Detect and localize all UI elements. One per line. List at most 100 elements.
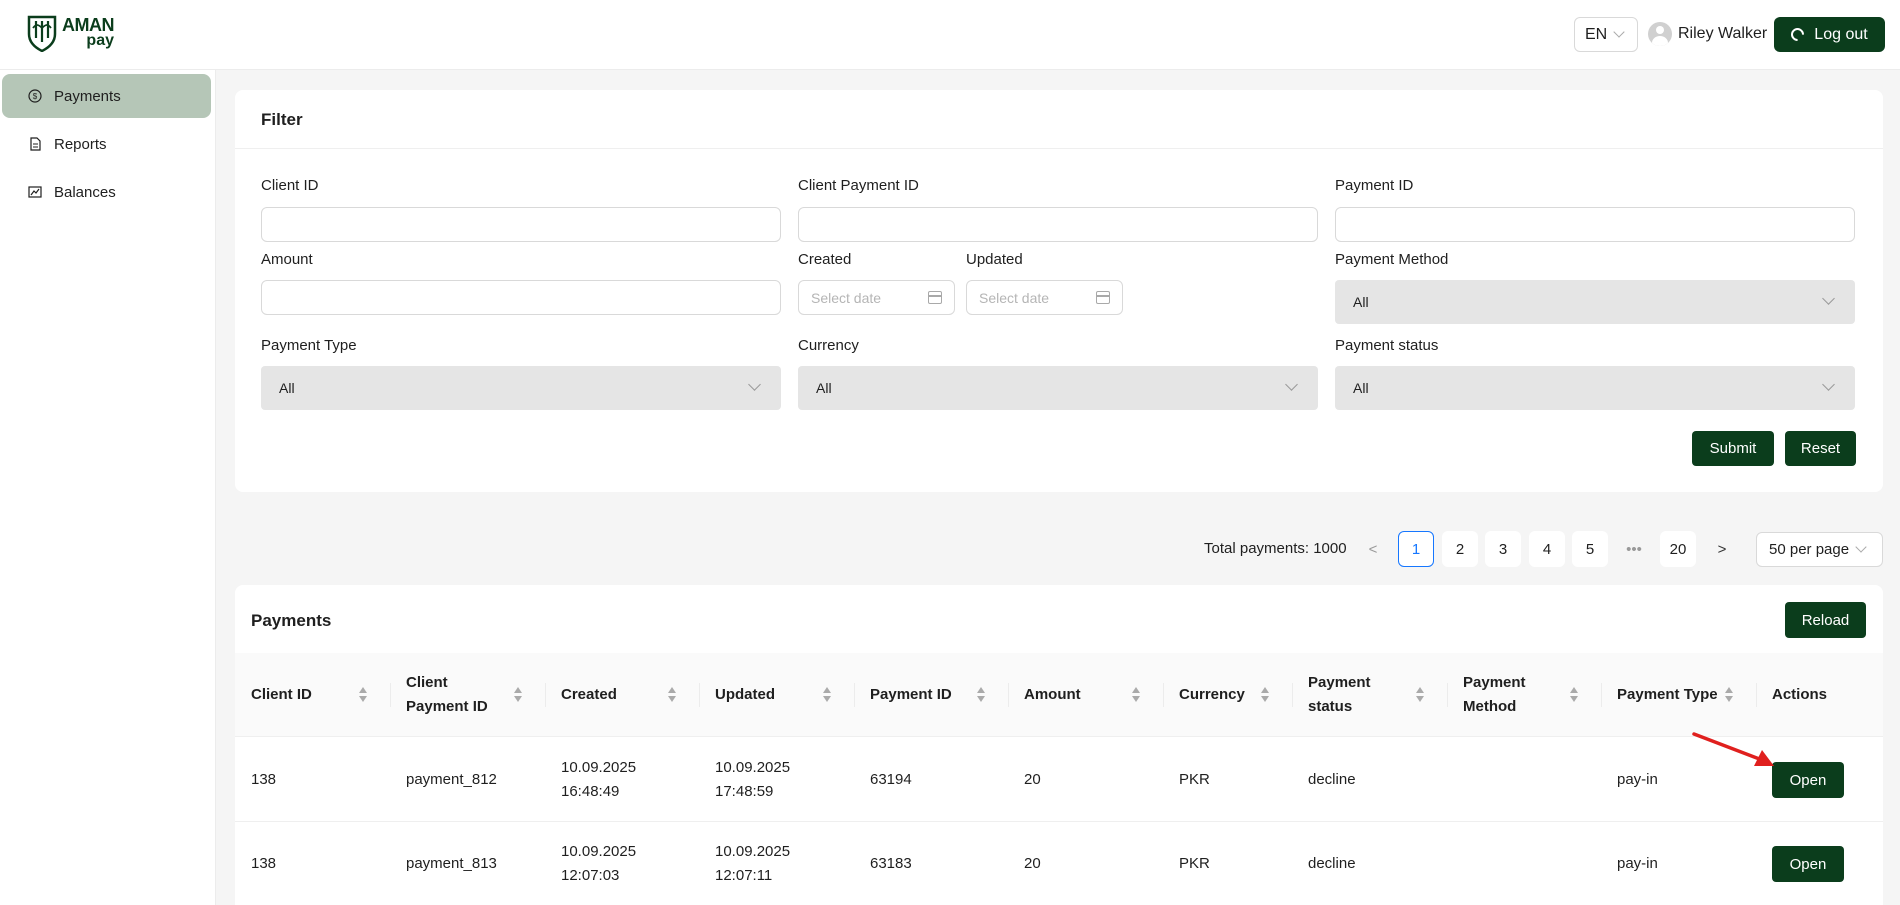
currency-label: Currency xyxy=(798,337,859,354)
sort-icon[interactable] xyxy=(823,687,832,703)
col-header-payment-method[interactable]: Payment Method xyxy=(1463,653,1563,737)
column-separator xyxy=(1292,683,1293,707)
column-separator xyxy=(390,683,391,707)
client-id-input[interactable] xyxy=(261,207,781,242)
sidebar-item-balances[interactable]: Balances xyxy=(2,170,211,214)
sort-icon[interactable] xyxy=(1416,687,1425,703)
logo-text-aman: AMAN xyxy=(62,15,115,35)
payment-id-label: Payment ID xyxy=(1335,177,1414,194)
payment-type-select[interactable]: All xyxy=(261,366,781,410)
cell-client-payment-id: payment_812 xyxy=(406,771,497,788)
open-button[interactable]: Open xyxy=(1772,762,1844,798)
pagination-page-20[interactable]: 20 xyxy=(1660,531,1696,567)
col-header-client-id[interactable]: Client ID xyxy=(251,653,312,737)
currency-select[interactable]: All xyxy=(798,366,1318,410)
user-info[interactable]: Riley Walker xyxy=(1648,22,1767,46)
column-separator xyxy=(854,683,855,707)
cell-currency: PKR xyxy=(1179,855,1210,872)
amount-input[interactable] xyxy=(261,280,781,315)
per-page-select[interactable]: 50 per page xyxy=(1756,532,1883,567)
client-payment-id-input[interactable] xyxy=(798,207,1318,242)
column-separator xyxy=(1008,683,1009,707)
payment-status-select[interactable]: All xyxy=(1335,366,1855,410)
cell-updated-time: 12:07:11 xyxy=(715,867,773,884)
sort-icon[interactable] xyxy=(359,687,368,703)
pagination-page-1[interactable]: 1 xyxy=(1398,531,1434,567)
filter-card: Filter Client ID Client Payment ID Payme… xyxy=(235,90,1883,492)
pagination-ellipsis[interactable]: ••• xyxy=(1616,531,1652,567)
col-header-client-payment-id[interactable]: Client Payment ID xyxy=(406,653,506,737)
cell-client-id: 138 xyxy=(251,771,277,788)
pagination-page-5[interactable]: 5 xyxy=(1572,531,1608,567)
col-header-payment-id[interactable]: Payment ID xyxy=(870,653,952,737)
submit-button[interactable]: Submit xyxy=(1692,431,1774,466)
logo-shield-icon xyxy=(27,15,57,52)
chevron-down-icon xyxy=(1855,541,1867,553)
column-separator xyxy=(1601,683,1602,707)
col-header-created[interactable]: Created xyxy=(561,653,617,737)
cell-created-date: 10.09.2025 xyxy=(561,843,637,860)
sort-icon[interactable] xyxy=(977,687,986,703)
created-date-placeholder: Select date xyxy=(811,289,882,306)
sort-icon[interactable] xyxy=(514,687,523,703)
chevron-down-icon xyxy=(1822,378,1835,391)
column-separator xyxy=(699,683,700,707)
divider xyxy=(235,148,1883,149)
sort-icon[interactable] xyxy=(1725,687,1734,703)
logout-icon xyxy=(1788,25,1807,44)
annotation-arrow-icon xyxy=(1692,732,1774,766)
pagination-next-button[interactable]: > xyxy=(1704,531,1740,567)
pagination-page-2[interactable]: 2 xyxy=(1442,531,1478,567)
sort-icon[interactable] xyxy=(1261,687,1270,703)
col-header-payment-status[interactable]: Payment status xyxy=(1308,653,1408,737)
table-header: Client ID Client Payment ID Created Upda… xyxy=(235,653,1883,737)
payment-method-select[interactable]: All xyxy=(1335,280,1855,324)
aman-pay-logo[interactable]: AMAN pay xyxy=(26,14,115,52)
cell-payment-status: decline xyxy=(1308,771,1356,788)
created-date-picker[interactable]: Select date xyxy=(798,280,955,315)
sidebar-item-reports[interactable]: Reports xyxy=(2,122,211,166)
cell-client-payment-id: payment_813 xyxy=(406,855,497,872)
language-value: EN xyxy=(1585,25,1608,43)
cell-payment-status: decline xyxy=(1308,855,1356,872)
client-id-label: Client ID xyxy=(261,177,319,194)
col-header-amount[interactable]: Amount xyxy=(1024,653,1081,737)
payment-id-input[interactable] xyxy=(1335,207,1855,242)
col-header-currency[interactable]: Currency xyxy=(1179,653,1245,737)
sort-icon[interactable] xyxy=(1132,687,1141,703)
sort-icon[interactable] xyxy=(1570,687,1579,703)
sidebar-item-label: Reports xyxy=(54,135,107,153)
payment-type-label: Payment Type xyxy=(261,337,357,354)
col-header-payment-type[interactable]: Payment Type xyxy=(1617,653,1718,737)
pagination-prev-button[interactable]: < xyxy=(1355,531,1391,567)
column-separator xyxy=(1163,683,1164,707)
updated-label: Updated xyxy=(966,251,1023,268)
pagination-page-4[interactable]: 4 xyxy=(1529,531,1565,567)
reset-button[interactable]: Reset xyxy=(1785,431,1856,466)
reload-button[interactable]: Reload xyxy=(1785,602,1866,638)
open-button[interactable]: Open xyxy=(1772,846,1844,882)
currency-value: All xyxy=(816,380,832,396)
cell-client-id: 138 xyxy=(251,855,277,872)
column-separator xyxy=(545,683,546,707)
chevron-down-icon xyxy=(748,378,761,391)
payment-status-label: Payment status xyxy=(1335,337,1439,354)
sort-icon[interactable] xyxy=(668,687,677,703)
pagination-page-3[interactable]: 3 xyxy=(1485,531,1521,567)
amount-label: Amount xyxy=(261,251,313,268)
logout-button[interactable]: Log out xyxy=(1774,17,1885,52)
sidebar-item-payments[interactable]: $ Payments xyxy=(2,74,211,118)
logout-label: Log out xyxy=(1814,25,1868,43)
payments-card: Payments Reload Client ID Client Payment… xyxy=(235,585,1883,905)
chevron-down-icon xyxy=(1613,26,1625,38)
column-separator xyxy=(1756,683,1757,707)
updated-date-picker[interactable]: Select date xyxy=(966,280,1123,315)
cell-payment-id: 63183 xyxy=(870,855,912,872)
payment-method-value: All xyxy=(1353,294,1369,310)
language-select[interactable]: EN xyxy=(1574,17,1638,52)
updated-date-placeholder: Select date xyxy=(979,289,1050,306)
col-header-updated[interactable]: Updated xyxy=(715,653,775,737)
cell-amount: 20 xyxy=(1024,771,1041,788)
svg-text:$: $ xyxy=(33,92,38,101)
created-label: Created xyxy=(798,251,852,268)
